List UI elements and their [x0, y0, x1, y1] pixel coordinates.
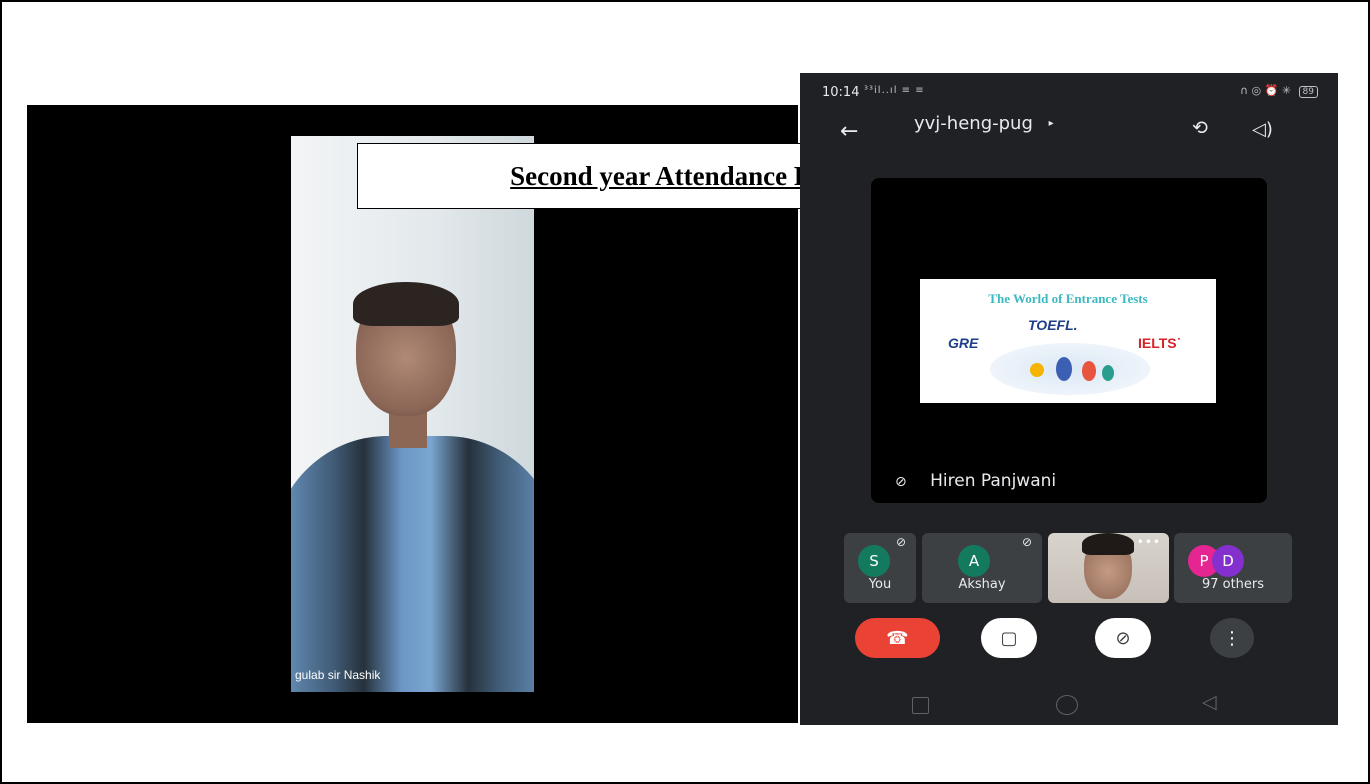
participant-tile-others[interactable]: P D 97 others [1174, 533, 1292, 603]
avatar: S [858, 545, 890, 577]
avatar-initial: A [968, 552, 980, 570]
slide-label-toefl: TOEFL. [1028, 317, 1078, 333]
participant-name: Akshay [958, 577, 1006, 592]
mic-off-icon: ⊘ [895, 474, 907, 490]
presentation-tile[interactable]: The World of Entrance Tests TOEFL. GRE I… [871, 178, 1267, 503]
illustration-figure [1102, 365, 1114, 381]
speaker-hair [353, 282, 459, 326]
recents-icon[interactable] [912, 697, 929, 714]
speaker-name-label: gulab sir Nashik [295, 668, 381, 682]
mic-off-button[interactable]: ⊘ [1095, 618, 1151, 658]
participant-tile-akshay[interactable]: ⊘ A Akshay [922, 533, 1042, 603]
avatar: A [958, 545, 990, 577]
meet-top-bar: ← yvj-heng-pug ▸ ⟲ ◁) [800, 109, 1338, 157]
avatar-initial: P [1199, 552, 1209, 570]
speaker-body [291, 436, 534, 692]
avatar-initial: S [869, 552, 879, 570]
presenter-name: Hiren Panjwani [930, 471, 1057, 491]
switch-camera-icon[interactable]: ⟲ [1192, 117, 1220, 143]
android-nav-bar: ◁ [800, 683, 1338, 725]
more-options-icon[interactable]: ••• [1137, 535, 1161, 549]
mic-off-icon: ⊘ [1115, 627, 1131, 649]
end-call-button[interactable]: ☎ [855, 618, 940, 658]
phone-hangup-icon: ☎ [886, 627, 909, 649]
status-right-icons: ∩ ◎ ⏰ ✳ 89 [1240, 84, 1318, 98]
illustration-figure [1056, 357, 1072, 381]
signal-icons: ³³il..ıl ≡ ≡ [864, 85, 925, 96]
illustration-figure [1030, 363, 1044, 377]
slide-illustration [990, 343, 1150, 395]
participant-name: You [868, 577, 892, 592]
more-options-button[interactable]: ⋮ [1210, 618, 1254, 658]
slide-title: The World of Entrance Tests [988, 291, 1148, 306]
phone-screenshot: 10:14 ³³il..ıl ≡ ≡ ∩ ◎ ⏰ ✳ 89 ← yvj-heng… [800, 73, 1338, 725]
presentation-slide: The World of Entrance Tests TOEFL. GRE I… [920, 279, 1216, 403]
status-bar: 10:14 ³³il..ıl ≡ ≡ ∩ ◎ ⏰ ✳ 89 [800, 73, 1338, 109]
mic-off-icon: ⊘ [895, 535, 906, 549]
speaker-video-feed: gulab sir Nashik [291, 136, 534, 692]
avatar-initial: D [1222, 552, 1234, 570]
status-time: 10:14 [822, 85, 860, 100]
others-count: 97 others [1201, 577, 1265, 592]
illustration-figure [1082, 361, 1096, 381]
caret-right-icon: ▸ [1048, 118, 1054, 129]
battery-icon: 89 [1298, 86, 1318, 98]
slide-label-gre: GRE [948, 335, 979, 351]
video-off-icon: ▢ [1000, 627, 1018, 649]
mic-off-icon: ⊘ [1021, 535, 1032, 549]
meeting-code-text: yvj-heng-pug [914, 113, 1033, 134]
home-icon[interactable] [1056, 695, 1078, 715]
nav-back-icon[interactable]: ◁ [1202, 691, 1217, 713]
call-controls: ☎ ▢ ⊘ ⋮ [800, 618, 1338, 668]
self-hair [1082, 533, 1134, 555]
self-video-tile[interactable]: ••• [1048, 533, 1169, 603]
participant-tile-you[interactable]: ⊘ S You [844, 533, 916, 603]
participant-strip: ⊘ S You ⊘ A Akshay ••• P D 97 others [844, 533, 1294, 603]
presenter-label: ⊘ Hiren Panjwani [895, 471, 1056, 491]
camera-off-button[interactable]: ▢ [981, 618, 1037, 658]
status-icon-group: ∩ ◎ ⏰ ✳ [1239, 84, 1292, 97]
slide-label-ielts: IELTS˙ [1138, 335, 1182, 351]
meeting-code[interactable]: yvj-heng-pug ▸ [914, 113, 1054, 134]
more-vert-icon: ⋮ [1223, 627, 1241, 649]
avatar-d: D [1212, 545, 1244, 577]
back-arrow-icon[interactable]: ← [840, 119, 858, 144]
speaker-icon[interactable]: ◁) [1252, 119, 1273, 140]
